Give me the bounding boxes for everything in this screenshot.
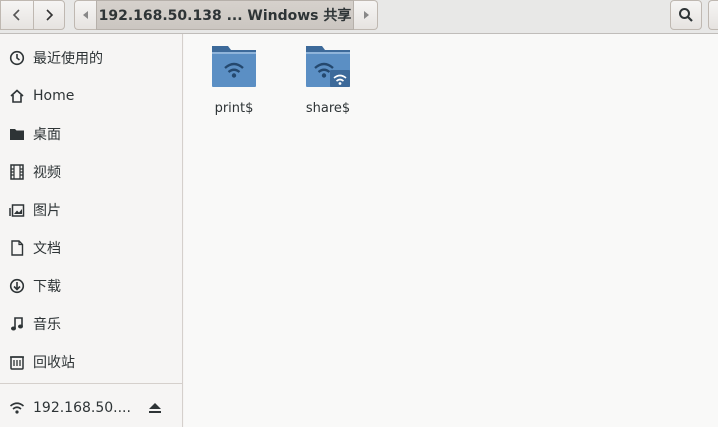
sidebar-item-label: 回收站: [33, 355, 75, 371]
sidebar-item-home[interactable]: Home: [0, 77, 182, 115]
sidebar-separator: [0, 383, 182, 384]
sidebar-item-label: 音乐: [33, 317, 61, 333]
image-icon: [8, 201, 26, 219]
sidebar-item-label: 文档: [33, 241, 61, 257]
file-name: share$: [305, 101, 351, 116]
sidebar-item-music[interactable]: 音乐: [0, 305, 182, 343]
file-item[interactable]: print$: [195, 44, 273, 124]
chevron-right-icon: [46, 9, 54, 21]
path-scroll-right-button[interactable]: [354, 0, 378, 30]
eject-icon[interactable]: [148, 401, 162, 415]
triangle-right-icon: [363, 11, 369, 19]
document-icon: [8, 239, 26, 257]
sidebar-item-videos[interactable]: 视频: [0, 153, 182, 191]
sidebar-item-label: 192.168.50....: [33, 400, 131, 416]
search-icon: [679, 8, 693, 22]
sidebar-item-downloads[interactable]: 下载: [0, 267, 182, 305]
sidebar-item-label: 下载: [33, 279, 61, 295]
download-icon: [8, 277, 26, 295]
sidebar-item-documents[interactable]: 文档: [0, 229, 182, 267]
header-bar: 192.168.50.138 ... Windows 共享: [0, 0, 718, 34]
file-name: print$: [214, 101, 254, 116]
view-menu-button[interactable]: [708, 0, 718, 30]
sidebar-item-pictures[interactable]: 图片: [0, 191, 182, 229]
path-scroll-left-button[interactable]: [74, 0, 96, 30]
chevron-left-icon: [12, 9, 20, 21]
sidebar-item-label: 桌面: [33, 127, 61, 143]
trash-icon: [8, 353, 26, 371]
file-view: print$ share$: [184, 34, 718, 427]
sidebar-item-trash[interactable]: 回收站: [0, 343, 182, 381]
sidebar-item-network-mount[interactable]: 192.168.50....: [0, 389, 182, 427]
sidebar-item-label: 图片: [33, 203, 61, 219]
sidebar-item-desktop[interactable]: 桌面: [0, 115, 182, 153]
search-button[interactable]: [670, 0, 702, 30]
sidebar-item-label: 最近使用的: [33, 51, 103, 67]
film-icon: [8, 163, 26, 181]
sidebar: 最近使用的 Home 桌面 视频 图片 文档 下载 音乐 回收站 192.168…: [0, 34, 183, 427]
file-item[interactable]: share$: [289, 44, 367, 124]
network-folder-icon: [212, 46, 256, 87]
breadcrumb-current[interactable]: 192.168.50.138 ... Windows 共享: [96, 0, 354, 30]
music-note-icon: [8, 315, 26, 333]
sidebar-item-recent[interactable]: 最近使用的: [0, 39, 182, 77]
forward-button[interactable]: [33, 0, 65, 30]
network-folder-shared-icon: [306, 46, 350, 87]
home-icon: [8, 87, 26, 105]
sidebar-item-label: Home: [33, 88, 75, 104]
wifi-icon: [8, 399, 26, 417]
folder-icon: [8, 125, 26, 143]
triangle-left-icon: [82, 11, 88, 19]
clock-icon: [8, 49, 26, 67]
back-button[interactable]: [0, 0, 33, 30]
sidebar-item-label: 视频: [33, 165, 61, 181]
